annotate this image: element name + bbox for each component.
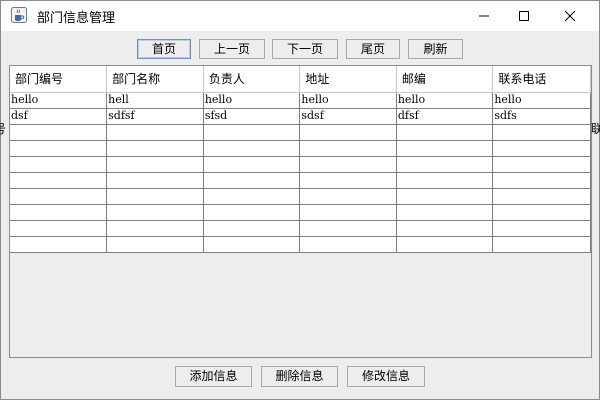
table-cell[interactable]: hello xyxy=(10,92,108,109)
column-header-manager[interactable]: 负责人 xyxy=(203,66,301,93)
column-header-address[interactable]: 地址 xyxy=(299,66,397,93)
table-cell[interactable] xyxy=(299,188,397,205)
table-cell[interactable] xyxy=(106,124,204,141)
table-row[interactable] xyxy=(10,124,591,141)
table-cell[interactable] xyxy=(396,156,494,173)
table-cell[interactable] xyxy=(396,236,494,253)
department-table-viewport[interactable]: 部门编号 部门名称 负责人 地址 邮编 联系电话 hello hell hello h… xyxy=(9,65,592,358)
table-cell[interactable] xyxy=(492,188,591,205)
table-row[interactable] xyxy=(10,156,591,173)
table-cell[interactable] xyxy=(203,204,301,221)
table-cell[interactable] xyxy=(299,156,397,173)
table-cell[interactable] xyxy=(203,156,301,173)
table-cell[interactable] xyxy=(106,140,204,157)
table-cell[interactable]: hell xyxy=(106,92,204,109)
table-cell[interactable] xyxy=(396,220,494,237)
table-cell[interactable] xyxy=(492,156,591,173)
table-row[interactable] xyxy=(10,172,591,189)
table-cell[interactable] xyxy=(492,220,591,237)
table-cell[interactable] xyxy=(10,140,108,157)
modify-info-button[interactable]: 修改信息 xyxy=(347,366,425,387)
table-cell[interactable] xyxy=(106,188,204,205)
table-cell[interactable] xyxy=(203,124,301,141)
table-row[interactable]: hello hell hello hello hello hello xyxy=(10,92,591,109)
previous-page-button[interactable]: 上一页 xyxy=(199,39,265,59)
table-row[interactable] xyxy=(10,220,591,237)
table-cell[interactable]: sfsd xyxy=(203,108,301,125)
table-cell[interactable] xyxy=(106,236,204,253)
column-header-phone[interactable]: 联系电话 xyxy=(492,66,591,93)
table-cell[interactable] xyxy=(10,236,108,253)
minimize-icon xyxy=(479,15,489,17)
table-row[interactable] xyxy=(10,236,591,253)
table-cell[interactable] xyxy=(106,172,204,189)
table-cell[interactable] xyxy=(10,124,108,141)
column-header-postcode[interactable]: 邮编 xyxy=(396,66,494,93)
table-row[interactable]: dsf sdfsf sfsd sdsf dfsf sdfs xyxy=(10,108,591,125)
table-cell[interactable]: hello xyxy=(396,92,494,109)
java-cup-icon xyxy=(11,7,27,23)
table-cell[interactable] xyxy=(106,220,204,237)
maximize-icon xyxy=(519,11,529,21)
last-page-button[interactable]: 尾页 xyxy=(346,39,400,59)
close-icon xyxy=(564,10,576,22)
table-cell[interactable] xyxy=(106,204,204,221)
table-cell[interactable]: sdfsf xyxy=(106,108,204,125)
table-cell[interactable] xyxy=(396,124,494,141)
table-cell[interactable] xyxy=(492,124,591,141)
close-button[interactable] xyxy=(547,1,593,31)
table-cell[interactable] xyxy=(299,172,397,189)
table-cell[interactable] xyxy=(203,188,301,205)
window-title: 部门信息管理 xyxy=(37,11,116,26)
table-cell[interactable] xyxy=(492,236,591,253)
table-cell[interactable] xyxy=(396,172,494,189)
table-cell[interactable] xyxy=(396,188,494,205)
table-cell[interactable] xyxy=(299,204,397,221)
table-header-row: 部门编号 部门名称 负责人 地址 邮编 联系电话 xyxy=(10,66,591,93)
table-cell[interactable]: sdfs xyxy=(492,108,591,125)
table-cell[interactable] xyxy=(396,204,494,221)
table-cell[interactable]: hello xyxy=(203,92,301,109)
maximize-button[interactable] xyxy=(501,1,547,31)
table-cell[interactable] xyxy=(203,236,301,253)
table-cell[interactable]: hello xyxy=(299,92,397,109)
department-table: 部门编号 部门名称 负责人 地址 邮编 联系电话 hello hell hello h… xyxy=(10,66,591,253)
table-cell[interactable]: dsf xyxy=(10,108,108,125)
column-header-dept-name[interactable]: 部门名称 xyxy=(106,66,204,93)
table-cell[interactable] xyxy=(299,220,397,237)
table-cell[interactable] xyxy=(10,156,108,173)
table-row[interactable] xyxy=(10,188,591,205)
title-bar[interactable]: 部门信息管理 xyxy=(1,1,599,31)
first-page-button[interactable]: 首页 xyxy=(137,39,191,59)
table-cell[interactable] xyxy=(492,204,591,221)
table-cell[interactable] xyxy=(299,236,397,253)
table-cell[interactable] xyxy=(10,172,108,189)
table-cell[interactable] xyxy=(106,156,204,173)
table-cell[interactable]: hello xyxy=(492,92,591,109)
add-info-button[interactable]: 添加信息 xyxy=(175,366,252,387)
table-cell[interactable] xyxy=(10,220,108,237)
table-cell[interactable] xyxy=(203,140,301,157)
column-header-dept-id[interactable]: 部门编号 xyxy=(10,66,108,93)
background-window-fragment-right: 联 xyxy=(591,122,600,136)
main-window: 部门信息管理 首页 上一页 下一页 尾页 刷新 部门编号 部门名称 负责人 地址… xyxy=(0,0,600,400)
refresh-button[interactable]: 刷新 xyxy=(408,39,463,59)
table-cell[interactable] xyxy=(10,188,108,205)
background-window-fragment-left: 号 xyxy=(0,122,7,136)
table-cell[interactable]: sdsf xyxy=(299,108,397,125)
next-page-button[interactable]: 下一页 xyxy=(272,39,338,59)
delete-info-button[interactable]: 删除信息 xyxy=(261,366,338,387)
table-row[interactable] xyxy=(10,140,591,157)
table-row[interactable] xyxy=(10,204,591,221)
table-cell[interactable] xyxy=(203,220,301,237)
table-cell[interactable] xyxy=(10,204,108,221)
table-cell[interactable] xyxy=(396,140,494,157)
table-cell[interactable] xyxy=(203,172,301,189)
table-cell[interactable] xyxy=(299,124,397,141)
table-cell[interactable] xyxy=(492,172,591,189)
table-cell[interactable] xyxy=(492,140,591,157)
table-cell[interactable]: dfsf xyxy=(396,108,494,125)
table-cell[interactable] xyxy=(299,140,397,157)
